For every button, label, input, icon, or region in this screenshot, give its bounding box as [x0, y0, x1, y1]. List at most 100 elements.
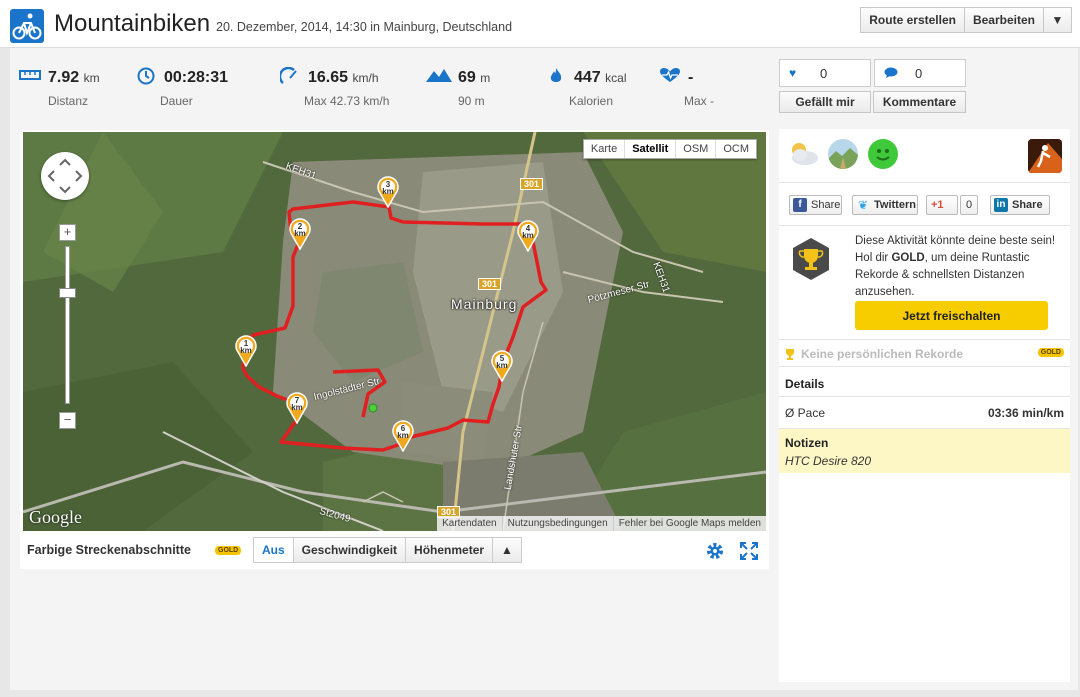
details-heading: Details [785, 377, 825, 391]
km-marker-label: 1 km [234, 340, 258, 355]
maptype-osm[interactable]: OSM [675, 140, 715, 158]
distance-value: 7.92 km [48, 69, 100, 87]
km-marker-1[interactable]: 1 km [234, 335, 258, 368]
comments-count: 0 [915, 66, 923, 81]
route-map[interactable]: Mainburg KEH31 KEH31 Pötzmeser Str Ingol… [23, 132, 766, 531]
linkedin-share-label: Share [1012, 199, 1043, 211]
map-footer: Kartendaten Nutzungsbedingungen Fehler b… [437, 516, 766, 531]
create-route-button[interactable]: Route erstellen [860, 7, 965, 33]
gold-badge: GOLD [215, 546, 242, 555]
activity-date-location: 20. Dezember, 2014, 14:30 in Mainburg, D… [216, 20, 513, 34]
linkedin-share-button[interactable]: in Share [990, 195, 1050, 215]
speedometer-icon [278, 66, 302, 87]
heart-rate-icon [658, 67, 682, 87]
report-error-link[interactable]: Fehler bei Google Maps melden [612, 516, 766, 531]
km-marker-unit: km [522, 231, 534, 240]
google-plus-button[interactable]: +1 [926, 195, 958, 215]
maptype-karte[interactable]: Karte [584, 140, 624, 158]
stat-duration: 00:28:31 Dauer [134, 66, 244, 116]
elevation-sub: 90 m [458, 94, 485, 108]
linkedin-icon: in [994, 198, 1008, 212]
twitter-button[interactable]: ❦ Twittern [852, 195, 918, 215]
more-dropdown-button[interactable]: ▼ [1044, 7, 1072, 33]
elevation-value: 69 m [458, 69, 490, 87]
stat-heartrate: - Max - [658, 66, 748, 116]
km-marker-7[interactable]: 7 km [285, 392, 309, 425]
app-icon [1028, 139, 1062, 173]
chevron-down-icon: ▼ [1051, 13, 1064, 27]
mood-happy-icon [868, 139, 898, 169]
heartrate-max-label: Max - [684, 94, 714, 108]
settings-gear-icon[interactable] [705, 541, 725, 561]
heart-bubble-icon: ♥ [789, 66, 797, 80]
km-marker-unit: km [294, 229, 306, 238]
duration-value: 00:28:31 [164, 69, 229, 86]
maptype-satellit[interactable]: Satellit [624, 140, 675, 158]
km-marker-4[interactable]: 4 km [516, 220, 540, 253]
maptype-ocm[interactable]: OCM [715, 140, 756, 158]
personal-records-row: Keine persönlichen Rekorde GOLD [779, 339, 1070, 367]
km-marker-5[interactable]: 5 km [490, 350, 514, 383]
header-actions: Route erstellen Bearbeiten ▼ [860, 7, 1072, 33]
twitter-label: Twittern [874, 199, 916, 211]
collapse-button[interactable]: ▲ [493, 537, 522, 563]
promo-text-gold: GOLD [891, 252, 925, 264]
fullscreen-icon[interactable] [739, 541, 759, 561]
no-records-label: Keine persönlichen Rekorde [801, 347, 964, 361]
details-heading-row: Details [779, 367, 1070, 397]
distance-unit: km [83, 71, 100, 85]
facebook-share-button[interactable]: f Share [789, 195, 842, 215]
zoom-slider-track[interactable] [65, 246, 70, 404]
unlock-now-button[interactable]: Jetzt freischalten [855, 301, 1048, 330]
km-marker-3[interactable]: 3 km [376, 176, 400, 209]
comments-button[interactable]: Kommentare [873, 91, 966, 113]
notes-heading: Notizen [785, 436, 829, 450]
segment-mode-selector: Aus Geschwindigkeit Höhenmeter ▲ [253, 537, 522, 563]
calories-value: 447 kcal [574, 69, 627, 87]
km-marker-unit: km [240, 346, 252, 355]
mountain-bike-icon [10, 9, 44, 43]
stat-elevation: 69 m 90 m [424, 66, 514, 116]
elevation-unit: m [480, 71, 491, 85]
km-marker-unit: km [382, 187, 394, 196]
road-shield: 301 [478, 278, 502, 290]
km-marker-label: 4 km [516, 225, 540, 240]
twitter-bird-icon: ❦ [857, 198, 869, 212]
promo-text: Diese Aktivität könnte deine beste sein!… [855, 233, 1060, 301]
edit-button[interactable]: Bearbeiten [964, 7, 1044, 33]
distance-label: Distanz [48, 94, 89, 108]
map-toolbar: Farbige Streckenabschnitte GOLD Aus Gesc… [23, 534, 766, 566]
km-marker-label: 5 km [490, 355, 514, 370]
duration-label: Dauer [160, 94, 193, 108]
km-marker-unit: km [496, 361, 508, 370]
flame-icon [544, 67, 568, 87]
trophy-small-icon [785, 347, 795, 365]
zoom-in-button[interactable]: + [59, 224, 76, 241]
map-data-link[interactable]: Kartendaten [437, 516, 502, 531]
calories-unit: kcal [605, 71, 627, 85]
like-button[interactable]: Gefällt mir [779, 91, 871, 113]
notes-box: Notizen HTC Desire 820 [779, 429, 1070, 473]
km-marker-label: 2 km [288, 223, 312, 238]
terms-link[interactable]: Nutzungsbedingungen [501, 516, 613, 531]
notes-text: HTC Desire 820 [785, 454, 872, 468]
town-label: Mainburg [451, 296, 518, 312]
page-header: Mountainbiken 20. Dezember, 2014, 14:30 … [0, 0, 1080, 48]
km-marker-6[interactable]: 6 km [391, 420, 415, 453]
pace-label: Ø Pace [785, 406, 826, 420]
facebook-icon: f [793, 198, 807, 212]
segment-aus-button[interactable]: Aus [253, 537, 294, 563]
segment-speed-button[interactable]: Geschwindigkeit [293, 537, 407, 563]
map-panel: Mainburg KEH31 KEH31 Pötzmeser Str Ingol… [20, 130, 769, 569]
km-marker-2[interactable]: 2 km [288, 218, 312, 251]
pan-control[interactable] [41, 152, 89, 200]
google-plus-label: +1 [931, 199, 944, 211]
zoom-out-button[interactable]: − [59, 412, 76, 429]
km-marker-label: 7 km [285, 397, 309, 412]
page-title: Mountainbiken [54, 10, 211, 37]
zoom-slider-handle[interactable] [59, 288, 76, 298]
pace-value: 03:36 min/km [987, 406, 1064, 420]
km-marker-label: 3 km [376, 181, 400, 196]
km-marker-label: 6 km [391, 425, 415, 440]
segment-elevation-button[interactable]: Höhenmeter [406, 537, 494, 563]
